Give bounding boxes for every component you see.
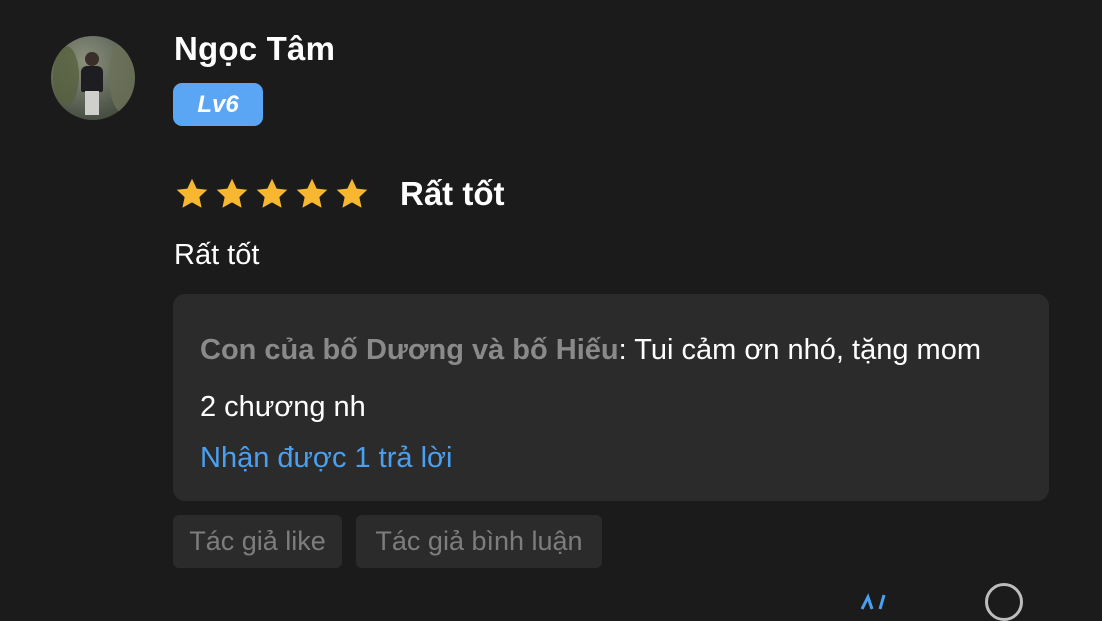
reply-preview: Con của bố Dương và bố Hiếu: Tui cảm ơn … <box>200 322 1000 436</box>
review-text: Rất tốt <box>174 239 260 271</box>
avatar-figure-body <box>81 66 103 92</box>
level-badge: Lv6 <box>173 83 263 126</box>
view-replies-link[interactable]: Nhận được 1 trả lời <box>200 442 453 475</box>
avatar[interactable] <box>51 36 135 120</box>
star-icon <box>296 178 328 208</box>
author-comment-tag: Tác giả bình luận <box>356 515 602 568</box>
rating-row: Rất tốt <box>174 172 504 216</box>
avatar-background-tree <box>53 46 79 106</box>
author-like-tag: Tác giả like <box>173 515 342 568</box>
star-icon <box>336 178 368 208</box>
star-icon <box>216 178 248 208</box>
like-icon[interactable] <box>858 585 892 619</box>
avatar-figure-head <box>85 52 99 66</box>
star-icon <box>256 178 288 208</box>
rating-label: Rất tốt <box>400 175 505 212</box>
comment-icon[interactable] <box>985 583 1023 621</box>
reply-separator: : <box>618 334 635 366</box>
user-name[interactable]: Ngọc Tâm <box>174 30 335 68</box>
reply-author[interactable]: Con của bố Dương và bố Hiếu <box>200 334 619 366</box>
avatar-figure-legs <box>85 91 99 115</box>
star-rating <box>174 176 370 212</box>
avatar-background-tree <box>109 42 135 112</box>
star-icon <box>176 178 208 208</box>
reply-card[interactable]: Con của bố Dương và bố Hiếu: Tui cảm ơn … <box>173 294 1049 501</box>
